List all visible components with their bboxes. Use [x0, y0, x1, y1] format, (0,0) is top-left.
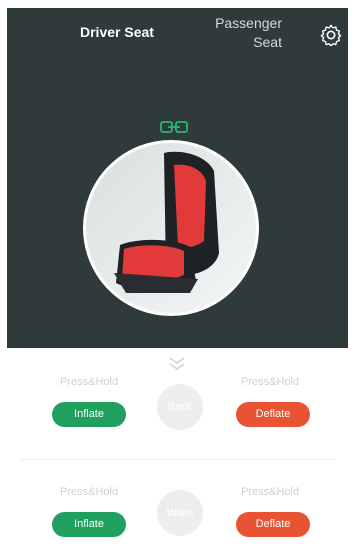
double-chevron-down-icon[interactable] [167, 356, 187, 372]
press-hold-label-right: Press&Hold [241, 486, 300, 498]
back-zone-button[interactable]: Back [157, 384, 203, 430]
seat-illustration [86, 143, 256, 313]
deflate-button[interactable]: Deflate [236, 402, 310, 427]
press-hold-label-left: Press&Hold [60, 486, 119, 498]
gear-icon[interactable] [320, 24, 342, 46]
tab-passenger-line2: Seat [253, 34, 282, 50]
press-hold-label-left: Press&Hold [60, 376, 119, 388]
seat-image [83, 140, 259, 316]
waist-zone-button[interactable]: Waist [157, 490, 203, 536]
tab-driver-seat[interactable]: Driver Seat [80, 24, 154, 40]
tab-passenger-seat[interactable]: Passenger Seat [215, 14, 282, 52]
inflate-button[interactable]: Inflate [52, 402, 126, 427]
tab-passenger-line1: Passenger [215, 15, 282, 31]
deflate-button[interactable]: Deflate [236, 512, 310, 537]
divider [20, 459, 335, 460]
inflate-button[interactable]: Inflate [52, 512, 126, 537]
link-icon[interactable] [160, 120, 188, 134]
press-hold-label-right: Press&Hold [241, 376, 300, 388]
